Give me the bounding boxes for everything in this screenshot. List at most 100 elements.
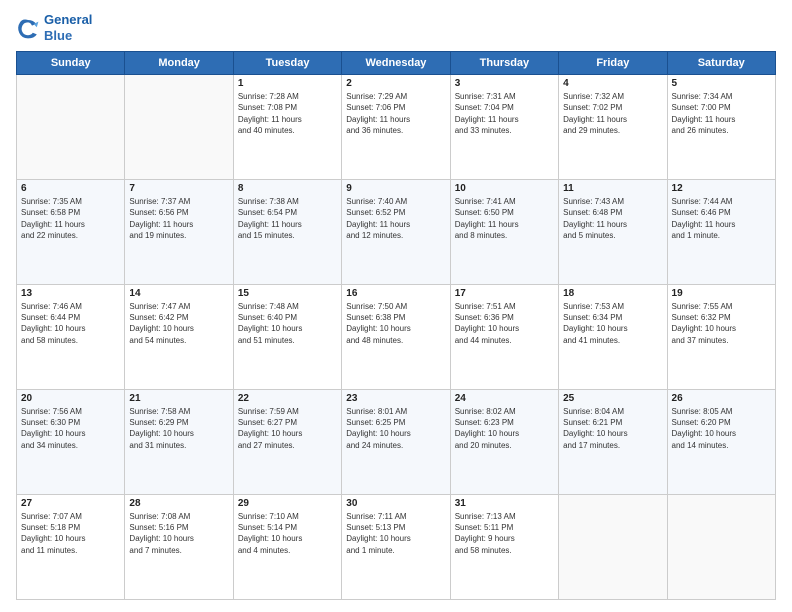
day-number: 10	[455, 183, 554, 194]
weekday-header: Thursday	[450, 52, 558, 75]
day-info: Sunrise: 7:47 AM Sunset: 6:42 PM Dayligh…	[129, 301, 228, 346]
day-number: 16	[346, 288, 445, 299]
logo-text: General Blue	[44, 12, 92, 43]
calendar-cell: 14 Sunrise: 7:47 AM Sunset: 6:42 PM Dayli…	[125, 285, 233, 390]
calendar-cell: 26 Sunrise: 8:05 AM Sunset: 6:20 PM Dayli…	[667, 390, 775, 495]
day-number: 24	[455, 393, 554, 404]
calendar-table: SundayMondayTuesdayWednesdayThursdayFrid…	[16, 51, 776, 600]
calendar-cell: 17Sunrise: 7:51 AM Sunset: 6:36 PM Dayli…	[450, 285, 558, 390]
logo: General Blue	[16, 12, 92, 43]
day-info: Sunrise: 7:29 AM Sunset: 7:06 PM Dayligh…	[346, 91, 445, 136]
day-info: Sunrise: 7:48 AM Sunset: 6:40 PM Dayligh…	[238, 301, 337, 346]
day-number: 6	[21, 183, 120, 194]
day-number: 19	[672, 288, 771, 299]
calendar-cell: 31Sunrise: 7:13 AM Sunset: 5:11 PM Dayli…	[450, 495, 558, 600]
day-number: 14	[129, 288, 228, 299]
day-number: 3	[455, 78, 554, 89]
calendar-cell: 11 Sunrise: 7:43 AM Sunset: 6:48 PM Dayli…	[559, 180, 667, 285]
day-info: Sunrise: 7:31 AM Sunset: 7:04 PM Dayligh…	[455, 91, 554, 136]
calendar-cell: 18 Sunrise: 7:53 AM Sunset: 6:34 PM Dayli…	[559, 285, 667, 390]
calendar-cell: 3 Sunrise: 7:31 AM Sunset: 7:04 PM Daylig…	[450, 75, 558, 180]
day-info: Sunrise: 7:55 AM Sunset: 6:32 PM Dayligh…	[672, 301, 771, 346]
calendar-cell: 10 Sunrise: 7:41 AM Sunset: 6:50 PM Dayli…	[450, 180, 558, 285]
day-info: Sunrise: 7:13 AM Sunset: 5:11 PM Dayligh…	[455, 511, 554, 556]
calendar-cell: 7 Sunrise: 7:37 AM Sunset: 6:56 PM Daylig…	[125, 180, 233, 285]
day-info: Sunrise: 7:59 AM Sunset: 6:27 PM Dayligh…	[238, 406, 337, 451]
day-number: 27	[21, 498, 120, 509]
day-info: Sunrise: 7:50 AM Sunset: 6:38 PM Dayligh…	[346, 301, 445, 346]
day-info: Sunrise: 7:28 AM Sunset: 7:08 PM Dayligh…	[238, 91, 337, 136]
day-number: 30	[346, 498, 445, 509]
calendar-cell: 6Sunrise: 7:35 AM Sunset: 6:58 PM Daylig…	[17, 180, 125, 285]
day-number: 5	[672, 78, 771, 89]
day-info: Sunrise: 8:02 AM Sunset: 6:23 PM Dayligh…	[455, 406, 554, 451]
day-info: Sunrise: 7:07 AM Sunset: 5:18 PM Dayligh…	[21, 511, 120, 556]
calendar-cell: 24 Sunrise: 8:02 AM Sunset: 6:23 PM Dayli…	[450, 390, 558, 495]
day-number: 2	[346, 78, 445, 89]
calendar-cell	[559, 495, 667, 600]
calendar-cell: 21 Sunrise: 7:58 AM Sunset: 6:29 PM Dayli…	[125, 390, 233, 495]
day-number: 11	[563, 183, 662, 194]
weekday-header: Sunday	[17, 52, 125, 75]
calendar-cell: 23 Sunrise: 8:01 AM Sunset: 6:25 PM Dayli…	[342, 390, 450, 495]
weekday-header: Saturday	[667, 52, 775, 75]
calendar-cell: 1 Sunrise: 7:28 AM Sunset: 7:08 PM Daylig…	[233, 75, 341, 180]
calendar-cell: 28 Sunrise: 7:08 AM Sunset: 5:16 PM Dayli…	[125, 495, 233, 600]
day-number: 29	[238, 498, 337, 509]
day-info: Sunrise: 7:40 AM Sunset: 6:52 PM Dayligh…	[346, 196, 445, 241]
calendar-cell: 20Sunrise: 7:56 AM Sunset: 6:30 PM Dayli…	[17, 390, 125, 495]
calendar-cell: 2 Sunrise: 7:29 AM Sunset: 7:06 PM Daylig…	[342, 75, 450, 180]
logo-icon	[16, 16, 40, 40]
calendar-cell: 27 Sunrise: 7:07 AM Sunset: 5:18 PM Dayli…	[17, 495, 125, 600]
day-info: Sunrise: 8:04 AM Sunset: 6:21 PM Dayligh…	[563, 406, 662, 451]
calendar-cell: 4Sunrise: 7:32 AM Sunset: 7:02 PM Daylig…	[559, 75, 667, 180]
weekday-header: Monday	[125, 52, 233, 75]
day-info: Sunrise: 7:53 AM Sunset: 6:34 PM Dayligh…	[563, 301, 662, 346]
day-number: 12	[672, 183, 771, 194]
day-info: Sunrise: 7:56 AM Sunset: 6:30 PM Dayligh…	[21, 406, 120, 451]
day-info: Sunrise: 7:38 AM Sunset: 6:54 PM Dayligh…	[238, 196, 337, 241]
calendar-cell: 5Sunrise: 7:34 AM Sunset: 7:00 PM Daylig…	[667, 75, 775, 180]
calendar-cell	[125, 75, 233, 180]
day-number: 13	[21, 288, 120, 299]
day-info: Sunrise: 7:46 AM Sunset: 6:44 PM Dayligh…	[21, 301, 120, 346]
day-number: 23	[346, 393, 445, 404]
calendar-cell: 8 Sunrise: 7:38 AM Sunset: 6:54 PM Daylig…	[233, 180, 341, 285]
day-number: 9	[346, 183, 445, 194]
calendar-cell: 12 Sunrise: 7:44 AM Sunset: 6:46 PM Dayli…	[667, 180, 775, 285]
calendar-cell: 9 Sunrise: 7:40 AM Sunset: 6:52 PM Daylig…	[342, 180, 450, 285]
day-number: 18	[563, 288, 662, 299]
calendar-cell	[17, 75, 125, 180]
calendar-cell: 13 Sunrise: 7:46 AM Sunset: 6:44 PM Dayli…	[17, 285, 125, 390]
calendar-cell: 29 Sunrise: 7:10 AM Sunset: 5:14 PM Dayli…	[233, 495, 341, 600]
day-info: Sunrise: 7:51 AM Sunset: 6:36 PM Dayligh…	[455, 301, 554, 346]
day-info: Sunrise: 7:11 AM Sunset: 5:13 PM Dayligh…	[346, 511, 445, 556]
day-number: 15	[238, 288, 337, 299]
day-info: Sunrise: 7:43 AM Sunset: 6:48 PM Dayligh…	[563, 196, 662, 241]
day-info: Sunrise: 7:32 AM Sunset: 7:02 PM Dayligh…	[563, 91, 662, 136]
day-info: Sunrise: 8:05 AM Sunset: 6:20 PM Dayligh…	[672, 406, 771, 451]
weekday-header: Friday	[559, 52, 667, 75]
calendar-cell: 25Sunrise: 8:04 AM Sunset: 6:21 PM Dayli…	[559, 390, 667, 495]
calendar-cell: 19 Sunrise: 7:55 AM Sunset: 6:32 PM Dayli…	[667, 285, 775, 390]
day-number: 1	[238, 78, 337, 89]
day-info: Sunrise: 7:44 AM Sunset: 6:46 PM Dayligh…	[672, 196, 771, 241]
header: General Blue	[16, 12, 776, 43]
weekday-header: Wednesday	[342, 52, 450, 75]
day-info: Sunrise: 8:01 AM Sunset: 6:25 PM Dayligh…	[346, 406, 445, 451]
day-info: Sunrise: 7:10 AM Sunset: 5:14 PM Dayligh…	[238, 511, 337, 556]
day-number: 8	[238, 183, 337, 194]
day-info: Sunrise: 7:41 AM Sunset: 6:50 PM Dayligh…	[455, 196, 554, 241]
weekday-header: Tuesday	[233, 52, 341, 75]
day-number: 28	[129, 498, 228, 509]
calendar-cell: 22 Sunrise: 7:59 AM Sunset: 6:27 PM Dayli…	[233, 390, 341, 495]
day-info: Sunrise: 7:37 AM Sunset: 6:56 PM Dayligh…	[129, 196, 228, 241]
page: General Blue SundayMondayTuesdayWednesda…	[0, 0, 792, 612]
day-info: Sunrise: 7:58 AM Sunset: 6:29 PM Dayligh…	[129, 406, 228, 451]
day-number: 7	[129, 183, 228, 194]
day-number: 22	[238, 393, 337, 404]
day-info: Sunrise: 7:08 AM Sunset: 5:16 PM Dayligh…	[129, 511, 228, 556]
calendar-cell: 30 Sunrise: 7:11 AM Sunset: 5:13 PM Dayli…	[342, 495, 450, 600]
day-number: 21	[129, 393, 228, 404]
day-number: 26	[672, 393, 771, 404]
